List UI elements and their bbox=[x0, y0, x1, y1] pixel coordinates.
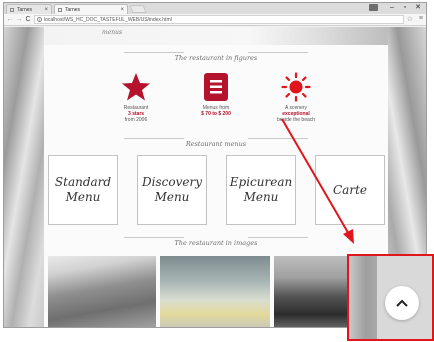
divider bbox=[124, 237, 184, 238]
menu-card-label: Discovery Menu bbox=[142, 175, 202, 204]
zoomed-page-edge bbox=[349, 256, 377, 339]
tab-bar: Tarnes × Tarnes × – ▫ ✕ bbox=[4, 3, 426, 14]
section-title-menus: Restaurant menus bbox=[44, 133, 388, 148]
info-icon[interactable]: i bbox=[37, 17, 42, 22]
divider bbox=[248, 138, 308, 139]
browser-tab-2[interactable]: Tarnes × bbox=[54, 4, 128, 14]
background-image-left bbox=[4, 27, 48, 327]
section-title-images: The restaurant in images bbox=[44, 232, 388, 247]
scroll-to-top-button[interactable] bbox=[385, 286, 419, 320]
address-bar-row: ← → C i localhost/WS_HC_DOC_TASTEFUL_WEB… bbox=[4, 14, 426, 26]
screenshot-stage: Tarnes × Tarnes × – ▫ ✕ ← → C i localhos… bbox=[0, 0, 434, 342]
chevron-up-icon bbox=[396, 299, 408, 307]
url-input[interactable]: i localhost/WS_HC_DOC_TASTEFUL_WEB/US/in… bbox=[34, 15, 404, 24]
gallery-photo-drink[interactable] bbox=[160, 256, 270, 327]
menu-card-carte[interactable]: Carte bbox=[315, 155, 385, 225]
divider bbox=[248, 237, 308, 238]
figures-title: The restaurant in figures bbox=[174, 54, 258, 62]
images-title: The restaurant in images bbox=[174, 239, 258, 247]
photo-gallery bbox=[44, 256, 388, 327]
maximize-button[interactable]: ▫ bbox=[399, 3, 411, 13]
new-tab-button[interactable] bbox=[129, 5, 147, 13]
page-icon bbox=[10, 8, 14, 12]
menu-document-icon bbox=[204, 73, 228, 101]
reload-icon[interactable]: C bbox=[24, 15, 32, 24]
figure-scenery: A scenery exceptional beside the beach bbox=[256, 72, 336, 123]
minimize-button[interactable]: – bbox=[386, 3, 398, 13]
close-icon[interactable]: × bbox=[120, 5, 124, 14]
divider bbox=[124, 138, 184, 139]
close-window-button[interactable]: ✕ bbox=[412, 3, 424, 13]
menu-card-discovery[interactable]: Discovery Menu bbox=[137, 155, 207, 225]
gallery-photo-terrace[interactable] bbox=[48, 256, 156, 327]
page-content: menus The restaurant in figures Restaura… bbox=[44, 27, 388, 327]
tab-label: Tarnes bbox=[65, 7, 81, 13]
menu-card-label: Epicurean Menu bbox=[229, 175, 293, 204]
figure-stars: Restaurant 3 stars from 2006 bbox=[96, 72, 176, 123]
menus-label: menus bbox=[102, 29, 123, 36]
url-text: localhost/WS_HC_DOC_TASTEFUL_WEB/US/inde… bbox=[44, 17, 172, 23]
zoom-callout bbox=[347, 254, 434, 341]
menu-card-label: Carte bbox=[333, 182, 367, 197]
figure-menus-price: Menus from $ 70 to $ 200 bbox=[176, 72, 256, 117]
figure-highlight: $ 70 to $ 200 bbox=[201, 111, 231, 117]
bookmark-star-icon[interactable]: ☆ bbox=[407, 15, 413, 23]
cropped-caption bbox=[0, 334, 434, 342]
menu-card-standard[interactable]: Standard Menu bbox=[48, 155, 118, 225]
section-title-figures: The restaurant in figures bbox=[44, 47, 388, 62]
divider bbox=[124, 52, 184, 53]
menu-card-epicurean[interactable]: Epicurean Menu bbox=[226, 155, 296, 225]
figure-line3: from 2006 bbox=[124, 117, 148, 123]
divider bbox=[248, 52, 308, 53]
back-arrow-icon[interactable]: ← bbox=[6, 15, 14, 24]
browser-menu-icon[interactable]: ≡ bbox=[419, 15, 423, 22]
star-icon bbox=[122, 73, 150, 101]
forward-arrow-icon[interactable]: → bbox=[15, 15, 23, 24]
browser-tab-1[interactable]: Tarnes × bbox=[6, 4, 52, 14]
user-profile-icon[interactable] bbox=[369, 4, 378, 11]
menus-title: Restaurant menus bbox=[185, 140, 247, 148]
figure-line3: beside the beach bbox=[276, 117, 316, 123]
close-icon[interactable]: × bbox=[44, 5, 48, 14]
page-icon bbox=[58, 8, 62, 12]
tab-label: Tarnes bbox=[17, 7, 33, 13]
previous-section-strip: menus bbox=[44, 27, 388, 45]
sun-icon bbox=[281, 72, 311, 102]
menu-card-label: Standard Menu bbox=[54, 175, 112, 204]
